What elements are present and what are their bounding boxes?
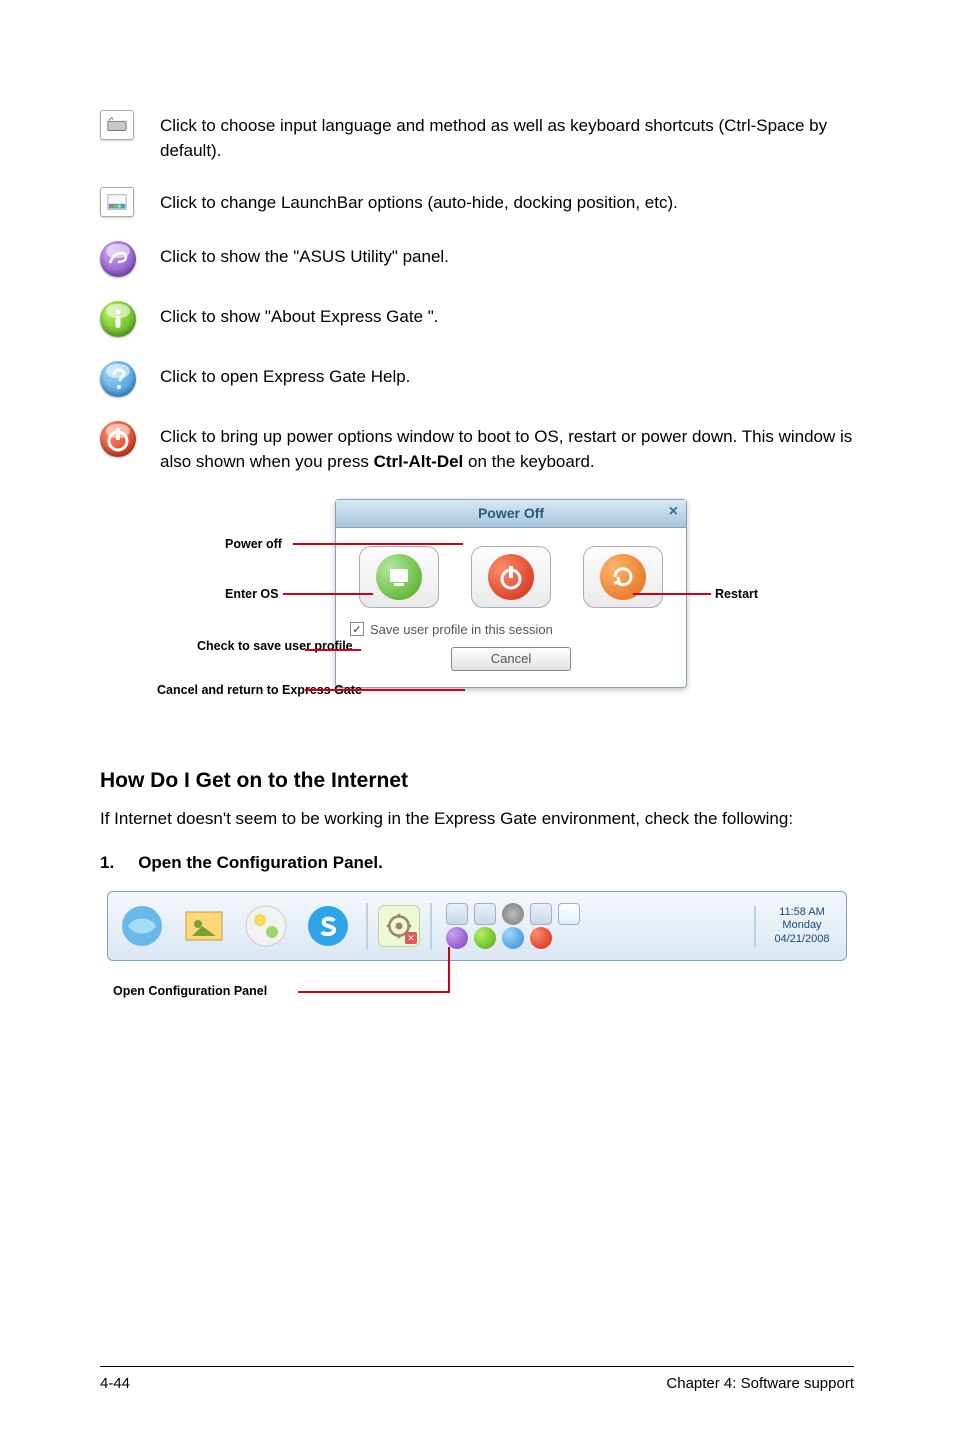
- power-off-button[interactable]: [471, 546, 551, 608]
- app-browser-icon[interactable]: [114, 898, 170, 954]
- keyboard-icon: [100, 110, 134, 140]
- tray-power-icon[interactable]: [530, 927, 552, 949]
- clock-area: 11:58 AM Monday 04/21/2008: [754, 906, 840, 947]
- label-restart: Restart: [715, 587, 758, 601]
- close-icon[interactable]: ×: [669, 504, 678, 520]
- cancel-button[interactable]: Cancel: [451, 647, 571, 671]
- restart-button[interactable]: [583, 546, 663, 608]
- tray-volume-icon[interactable]: [446, 903, 468, 925]
- power-off-dialog-title: Power Off ×: [336, 500, 686, 528]
- launchbar-options-icon: [100, 187, 134, 217]
- label-open-config: Open Configuration Panel: [113, 984, 267, 998]
- launchbar-desc: Click to change LaunchBar options (auto-…: [160, 187, 854, 217]
- app-photos-icon[interactable]: [176, 898, 232, 954]
- label-cancel-return: Cancel and return to Express Gate: [157, 683, 302, 697]
- save-profile-checkbox[interactable]: ✓ Save user profile in this session: [336, 614, 686, 641]
- enter-os-button[interactable]: [359, 546, 439, 608]
- utility-desc: Click to show the "ASUS Utility" panel.: [160, 241, 854, 277]
- footer-chapter: Chapter 4: Software support: [666, 1375, 854, 1392]
- footer-page: 4-44: [100, 1375, 130, 1392]
- launchbar: ✕ 11:58 AM Mon: [107, 891, 847, 961]
- tray-network-icon[interactable]: [474, 903, 496, 925]
- app-skype-icon[interactable]: [300, 898, 356, 954]
- app-chat-icon[interactable]: [238, 898, 294, 954]
- config-panel-icon[interactable]: ✕: [378, 905, 420, 947]
- tray-utility-icon[interactable]: [446, 927, 468, 949]
- power-icon: [100, 421, 136, 457]
- tray-display-icon[interactable]: [502, 903, 524, 925]
- heading-internet: How Do I Get on to the Internet: [100, 769, 854, 793]
- tray-area: [442, 903, 748, 949]
- label-check-save: Check to save user profile: [197, 639, 302, 653]
- step1-num: 1.: [100, 853, 114, 873]
- tray-info-icon[interactable]: [474, 927, 496, 949]
- help-icon: [100, 361, 136, 397]
- info-icon: [100, 301, 136, 337]
- power-desc: Click to bring up power options window t…: [160, 421, 854, 474]
- tray-help-icon[interactable]: [502, 927, 524, 949]
- label-enter-os: Enter OS: [225, 587, 279, 601]
- help-desc: Click to open Express Gate Help.: [160, 361, 854, 397]
- label-power-off: Power off: [225, 537, 282, 551]
- asus-utility-icon: [100, 241, 136, 277]
- step1-text: Open the Configuration Panel.: [138, 853, 383, 873]
- tray-keyboard-icon[interactable]: [530, 903, 552, 925]
- keyboard-desc: Click to choose input language and metho…: [160, 110, 854, 163]
- intro-text: If Internet doesn't seem to be working i…: [100, 807, 854, 832]
- tray-launchbar-icon[interactable]: [558, 903, 580, 925]
- info-desc: Click to show "About Express Gate ".: [160, 301, 854, 337]
